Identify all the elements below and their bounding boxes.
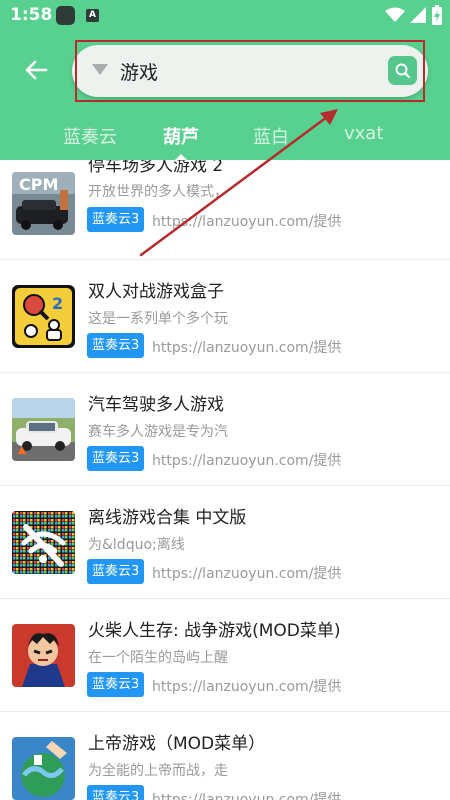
list-item[interactable]: CPM 停车场多人游戏 2 开放世界的多人模式， 蓝奏云3 https://la… [0, 160, 450, 260]
item-description: 在一个陌生的岛屿上醒 [88, 650, 228, 666]
item-source: https://lanzuoyun.com/提供 [152, 566, 342, 582]
item-source: https://lanzuoyun.com/提供 [152, 453, 342, 469]
list-item[interactable]: 火柴人生存: 战争游戏(MOD菜单) 在一个陌生的岛屿上醒 蓝奏云3 https… [0, 599, 450, 712]
god-game-thumb [12, 737, 75, 800]
svg-text:2: 2 [52, 294, 63, 313]
stickman-hero-thumb [12, 624, 75, 687]
item-title: 上帝游戏（MOD菜单） [88, 734, 266, 754]
item-source: https://lanzuoyun.com/提供 [152, 679, 342, 695]
source-badge: 蓝奏云3 [87, 333, 145, 358]
list-item[interactable]: 汽车驾驶多人游戏 赛车多人游戏是专为汽 蓝奏云3 https://lanzuoy… [0, 373, 450, 486]
car-parking-thumb: CPM [12, 172, 75, 235]
list-item[interactable]: 2 双人对战游戏盒子 这是一系列单个多个玩 蓝奏云3 https://lanzu… [0, 260, 450, 373]
item-description: 开放世界的多人模式， [88, 184, 228, 200]
car-driving-thumb [12, 398, 75, 461]
dropdown-triangle-icon[interactable] [92, 64, 108, 75]
list-item[interactable]: 离线游戏合集 中文版 为&ldquo;离线 蓝奏云3 https://lanzu… [0, 486, 450, 599]
back-button[interactable] [19, 53, 53, 87]
tab-lanbai[interactable]: 蓝白 [253, 123, 289, 149]
list-item[interactable]: 上帝游戏（MOD菜单） 为全能的上帝而战，走 蓝奏云3 https://lanz… [0, 712, 450, 800]
search-bar [72, 45, 428, 97]
search-button[interactable] [388, 56, 417, 85]
notification-badge-icon: A [86, 9, 99, 22]
thumb-label: CPM [19, 175, 59, 194]
search-results-list: CPM 停车场多人游戏 2 开放世界的多人模式， 蓝奏云3 https://la… [0, 160, 450, 800]
source-badge: 蓝奏云3 [87, 207, 145, 232]
source-badge: 蓝奏云3 [87, 559, 145, 584]
app-header: 1:58 A 蓝奏云 葫芦 蓝白 vxat [0, 0, 450, 161]
item-title: 双人对战游戏盒子 [88, 282, 224, 302]
wifi-icon [385, 7, 405, 27]
offline-games-thumb [12, 511, 75, 574]
tab-hulu[interactable]: 葫芦 [163, 123, 199, 149]
tab-lanzouyun[interactable]: 蓝奏云 [63, 123, 117, 149]
item-description: 为&ldquo;离线 [88, 537, 185, 553]
source-badge: 蓝奏云3 [87, 785, 145, 800]
item-source: https://lanzuoyun.com/提供 [152, 792, 342, 800]
battery-icon [432, 5, 442, 29]
tab-vxat[interactable]: vxat [344, 123, 383, 144]
notification-app-icon [56, 6, 75, 25]
item-title: 停车场多人游戏 2 [88, 160, 224, 176]
arrow-left-icon [25, 60, 48, 80]
search-input[interactable] [120, 57, 380, 85]
source-badge: 蓝奏云3 [87, 446, 145, 471]
status-time: 1:58 [10, 5, 53, 25]
item-description: 赛车多人游戏是专为汽 [88, 424, 228, 440]
item-source: https://lanzuoyun.com/提供 [152, 214, 342, 230]
status-bar: 1:58 A [0, 0, 450, 32]
signal-icon [410, 6, 427, 28]
item-title: 火柴人生存: 战争游戏(MOD菜单) [88, 621, 341, 641]
source-tabs: 蓝奏云 葫芦 蓝白 vxat [0, 118, 450, 161]
item-description: 这是一系列单个多个玩 [88, 311, 228, 327]
source-badge: 蓝奏云3 [87, 672, 145, 697]
two-player-games-thumb: 2 [12, 285, 75, 348]
item-title: 汽车驾驶多人游戏 [88, 395, 224, 415]
item-source: https://lanzuoyun.com/提供 [152, 340, 342, 356]
search-icon [395, 63, 411, 79]
item-title: 离线游戏合集 中文版 [88, 508, 247, 528]
item-description: 为全能的上帝而战，走 [88, 763, 228, 779]
